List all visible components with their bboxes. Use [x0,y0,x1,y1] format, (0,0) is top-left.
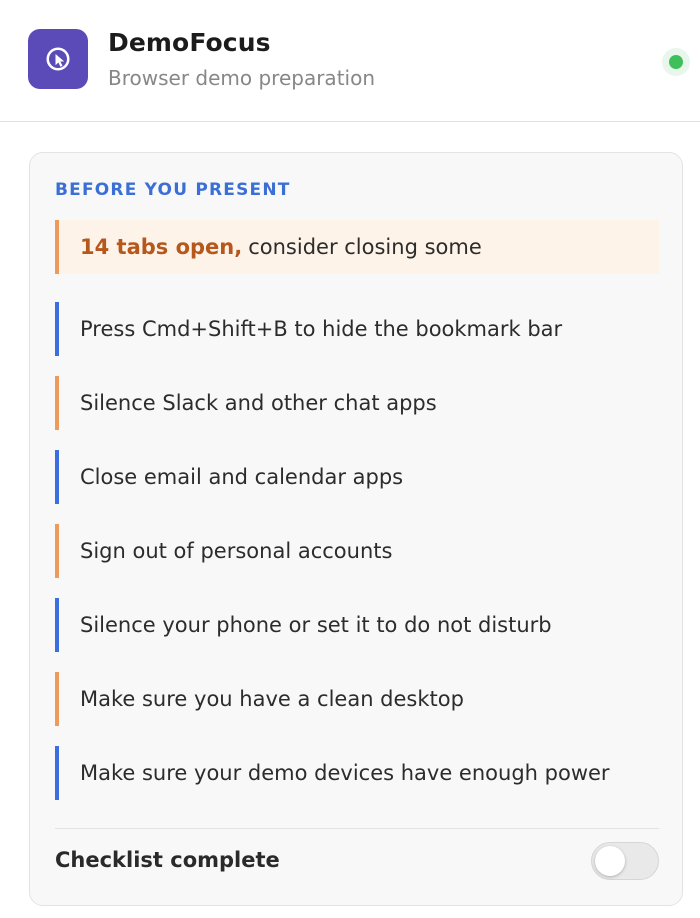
status-dot-icon [669,55,683,69]
checklist-item-sign-out[interactable]: Sign out of personal accounts [55,524,659,578]
checklist-card: BEFORE YOU PRESENT 14 tabs open, conside… [29,152,683,906]
toggle-knob [595,846,625,876]
checklist-item-label: Close email and calendar apps [80,465,404,489]
checklist-item-silence-phone[interactable]: Silence your phone or set it to do not d… [55,598,659,652]
checklist-item-close-email[interactable]: Close email and calendar apps [55,450,659,504]
checklist-item-label: Silence Slack and other chat apps [80,391,437,415]
checklist-item-device-power[interactable]: Make sure your demo devices have enough … [55,746,659,800]
section-title: BEFORE YOU PRESENT [55,180,291,200]
checklist-complete-label: Checklist complete [55,848,280,872]
checklist-item-label: Make sure your demo devices have enough … [80,761,610,785]
app-logo [28,29,88,89]
checklist-item-silence-chat[interactable]: Silence Slack and other chat apps [55,376,659,430]
checklist-item-label: Make sure you have a clean desktop [80,687,464,711]
app-subtitle: Browser demo preparation [108,66,376,90]
cursor-click-icon [46,47,70,71]
divider [55,828,659,829]
checklist-complete-toggle[interactable] [591,842,659,880]
tabs-warning: 14 tabs open, consider closing some [55,220,659,274]
checklist-item-label: Sign out of personal accounts [80,539,393,563]
app-title: DemoFocus [108,28,271,57]
app-header: DemoFocus Browser demo preparation [0,0,700,122]
tabs-warning-text: consider closing some [248,235,482,259]
tabs-warning-count: 14 tabs open, [80,235,243,259]
checklist-item-clean-desktop[interactable]: Make sure you have a clean desktop [55,672,659,726]
checklist-item-label: Silence your phone or set it to do not d… [80,613,552,637]
status-indicator [662,48,690,76]
checklist-item-label: Press Cmd+Shift+B to hide the bookmark b… [80,317,563,341]
checklist-item-bookmark-bar[interactable]: Press Cmd+Shift+B to hide the bookmark b… [55,302,659,356]
